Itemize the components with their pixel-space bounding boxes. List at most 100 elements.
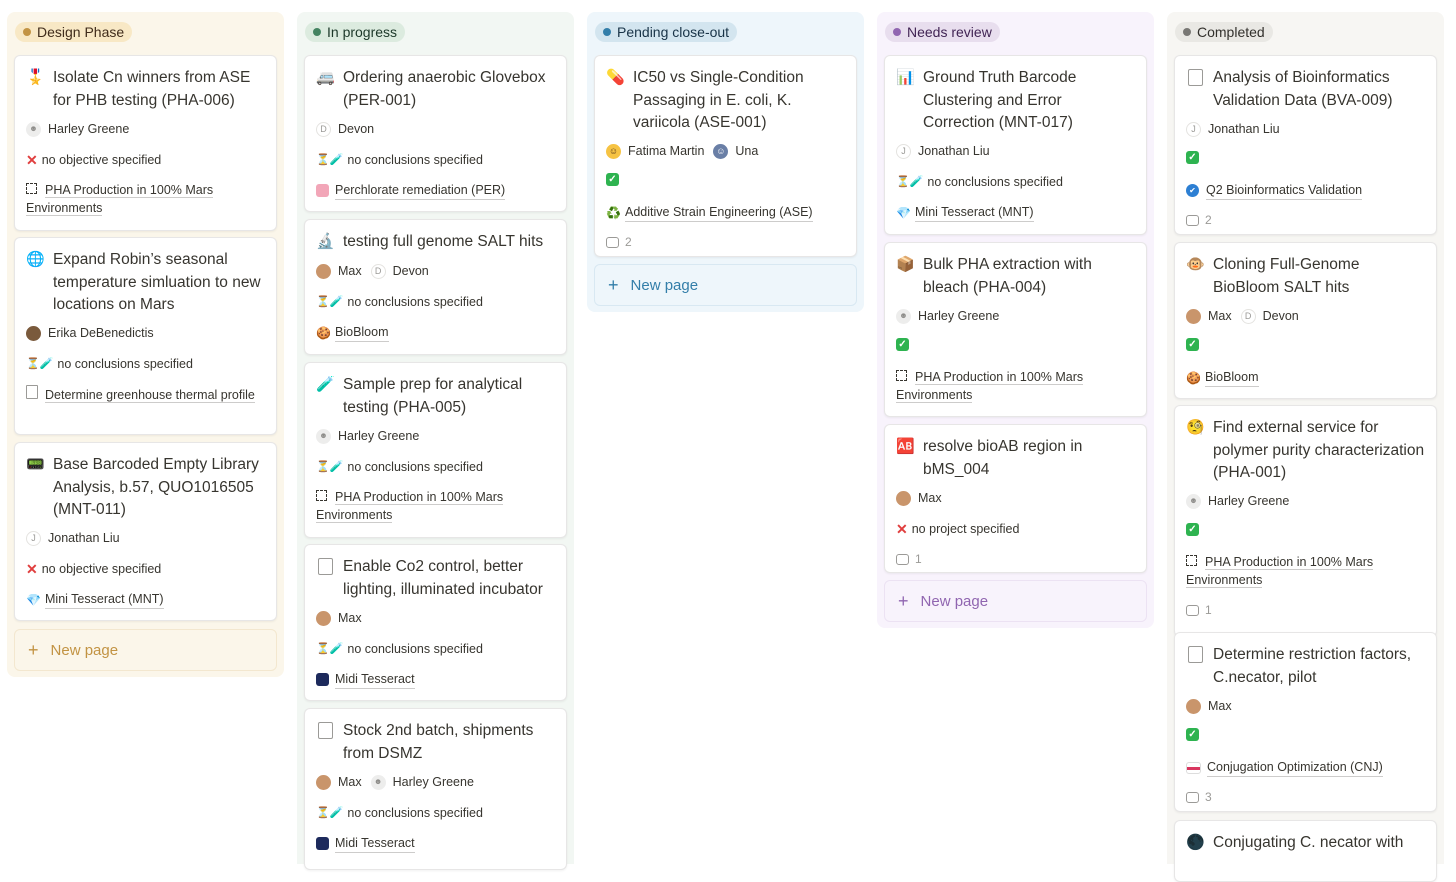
project-link[interactable]: Mini Tesseract (MNT) [45, 590, 164, 609]
project-link[interactable]: Mini Tesseract (MNT) [915, 203, 1034, 222]
hourglass-tube-icon: ⏳🧪 [896, 176, 924, 188]
card[interactable]: 🔬 testing full genome SALT hits Max D Dev… [304, 219, 567, 355]
status-text: no objective specified [41, 153, 162, 167]
card-title: Ground Truth Barcode Clustering and Erro… [923, 69, 1077, 132]
bar-chart-icon: 📊 [896, 69, 915, 86]
project-link-row[interactable]: Perchlorate remediation (PER) [316, 181, 558, 200]
project-link[interactable]: BioBloom [335, 323, 389, 342]
status-pill-in-progress[interactable]: In progress [305, 22, 406, 42]
card[interactable]: Stock 2nd batch, shipments from DSMZ Max… [304, 708, 567, 870]
person-name: Fatima Martin [628, 144, 705, 158]
document-icon [1186, 646, 1204, 664]
avatar: ☺ [713, 143, 729, 159]
person-name: Jonathan Liu [48, 531, 120, 545]
person-name: Devon [338, 122, 375, 136]
card[interactable]: 🆎 resolve bioAB region in bMS_004 Max ✕ … [884, 424, 1147, 573]
person-name: Erika DeBenedictis [48, 326, 154, 340]
project-link[interactable]: Conjugation Optimization (CNJ) [1207, 758, 1383, 777]
project-link[interactable]: PHA Production in 100% Mars Environments [26, 183, 214, 216]
status-pill-design-phase[interactable]: Design Phase [15, 22, 133, 42]
card[interactable]: 🐵 Cloning Full-Genome BioBloom SALT hits… [1174, 242, 1437, 399]
card[interactable]: Analysis of Bioinformatics Validation Da… [1174, 55, 1437, 235]
card-title: resolve bioAB region in bMS_004 [923, 438, 1083, 478]
comments-row[interactable]: 3 [1186, 788, 1428, 806]
card-title: Enable Co2 control, better lighting, ill… [343, 558, 543, 598]
project-link-row[interactable]: Determine greenhouse thermal profile [26, 385, 268, 404]
project-link[interactable]: PHA Production in 100% Mars Environments [896, 370, 1084, 403]
globe-icon: 🌐 [26, 251, 45, 268]
project-link-row[interactable]: PHA Production in 100% Mars Environments [1186, 553, 1428, 589]
comments-row[interactable]: 2 [1186, 211, 1428, 229]
status-text: no conclusions specified [347, 460, 483, 474]
project-link-row[interactable]: Midi Tesseract [316, 834, 558, 853]
card[interactable]: 🌐 Expand Robin’s seasonal temperature si… [14, 237, 277, 435]
project-link[interactable]: Perchlorate remediation (PER) [335, 181, 506, 200]
card[interactable]: 📊 Ground Truth Barcode Clustering and Er… [884, 55, 1147, 235]
pink-square-icon [316, 184, 329, 197]
status-text: no objective specified [41, 562, 162, 576]
comment-icon [896, 553, 909, 565]
person-name: Max [338, 264, 362, 278]
card[interactable]: 🌑 Conjugating C. necator with [1174, 820, 1437, 882]
project-link[interactable]: BioBloom [1205, 368, 1259, 387]
assignee-row: ☻ Harley Greene [316, 427, 558, 445]
status-text: no conclusions specified [347, 295, 483, 309]
card[interactable]: 🧪 Sample prep for analytical testing (PH… [304, 362, 567, 538]
new-page-label: New page [920, 592, 989, 610]
project-link-row[interactable]: Midi Tesseract [316, 670, 558, 689]
microscope-icon: 🔬 [316, 233, 335, 250]
project-link-row[interactable]: PHA Production in 100% Mars Environments [316, 488, 558, 524]
project-link-row[interactable]: ✔ Q2 Bioinformatics Validation [1186, 181, 1428, 200]
new-page-button[interactable]: + New page [14, 629, 277, 671]
column-header: In progress [297, 12, 574, 52]
status-text: no project specified [911, 522, 1020, 536]
hourglass-tube-icon: ⏳🧪 [316, 643, 344, 655]
project-link[interactable]: Q2 Bioinformatics Validation [1206, 181, 1363, 200]
x-icon: ✕ [26, 561, 38, 577]
comment-icon [1186, 791, 1199, 803]
assignee-row: J Jonathan Liu [26, 529, 268, 547]
project-link[interactable]: Additive Strain Engineering (ASE) [625, 203, 813, 222]
project-link[interactable]: PHA Production in 100% Mars Environments [1186, 555, 1374, 588]
person-name: Max [338, 775, 362, 789]
project-link-row[interactable]: 🍪 BioBloom [1186, 368, 1428, 387]
person-name: Jonathan Liu [1208, 122, 1280, 136]
card-title: Isolate Cn winners from ASE for PHB test… [53, 69, 251, 109]
status-dot [893, 28, 901, 36]
project-link-row[interactable]: 🍪 BioBloom [316, 323, 558, 342]
project-link[interactable]: Midi Tesseract [335, 670, 415, 689]
project-link[interactable]: Midi Tesseract [335, 834, 415, 853]
status-pill-completed[interactable]: Completed [1175, 22, 1273, 42]
test-tube-icon: 🧪 [316, 376, 335, 393]
card[interactable]: 🧐 Find external service for polymer puri… [1174, 405, 1437, 637]
status-pill-needs-review[interactable]: Needs review [885, 22, 1000, 42]
gem-icon: 💎 [26, 592, 41, 607]
project-link[interactable]: PHA Production in 100% Mars Environments [316, 490, 504, 523]
avatar: D [370, 263, 386, 279]
card[interactable]: 📦 Bulk PHA extraction with bleach (PHA-0… [884, 242, 1147, 417]
card[interactable]: Determine restriction factors, C.necator… [1174, 632, 1437, 812]
status-pill-pending-close-out[interactable]: Pending close-out [595, 22, 738, 42]
gem-icon: 💎 [896, 205, 911, 220]
tesseract-icon [316, 673, 329, 686]
project-link-row[interactable]: PHA Production in 100% Mars Environments [26, 181, 268, 217]
comments-row[interactable]: 2 [606, 233, 848, 251]
card[interactable]: Enable Co2 control, better lighting, ill… [304, 544, 567, 701]
card[interactable]: 📟 Base Barcoded Empty Library Analysis, … [14, 442, 277, 621]
project-link-row[interactable]: ♻️ Additive Strain Engineering (ASE) [606, 203, 848, 222]
comments-row[interactable]: 1 [1186, 601, 1428, 619]
card[interactable]: 🚐 Ordering anaerobic Glovebox (PER-001) … [304, 55, 567, 212]
comments-row[interactable]: 1 [896, 550, 1138, 568]
project-link-row[interactable]: 💎 Mini Tesseract (MNT) [26, 590, 268, 609]
new-page-button[interactable]: + New page [594, 264, 857, 306]
card[interactable]: 🎖️ Isolate Cn winners from ASE for PHB t… [14, 55, 277, 231]
project-link-row[interactable]: Conjugation Optimization (CNJ) [1186, 758, 1428, 777]
card[interactable]: 💊 IC50 vs Single-Condition Passaging in … [594, 55, 857, 257]
x-icon: ✕ [26, 152, 38, 168]
project-link-row[interactable]: PHA Production in 100% Mars Environments [896, 368, 1138, 404]
project-link-row[interactable]: 💎 Mini Tesseract (MNT) [896, 203, 1138, 222]
done-row: ✓ [896, 338, 1138, 351]
project-link[interactable]: Determine greenhouse thermal profile [45, 388, 255, 403]
new-page-button[interactable]: + New page [884, 580, 1147, 622]
document-icon [316, 722, 334, 740]
